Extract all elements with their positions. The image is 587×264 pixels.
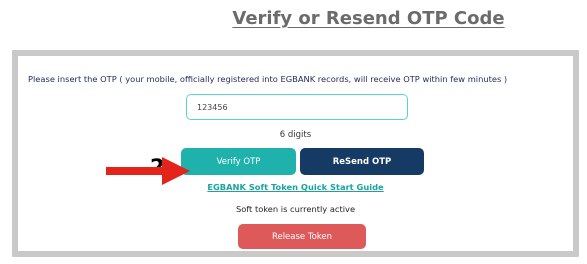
digits-hint: 6 digits <box>279 130 312 140</box>
verify-otp-button[interactable]: Verify OTP <box>181 148 296 175</box>
release-token-button[interactable]: Release Token <box>238 224 366 249</box>
resend-otp-button[interactable]: ReSend OTP <box>300 148 424 175</box>
otp-input[interactable] <box>186 94 408 120</box>
otp-panel: Please insert the OTP ( your mobile, off… <box>12 50 579 257</box>
page-heading-text: Verify or Resend OTP Code <box>232 8 505 29</box>
token-status-text: Soft token is currently active <box>235 204 356 214</box>
soft-token-guide-link[interactable]: EGBANK Soft Token Quick Start Guide <box>18 182 573 192</box>
page-heading: Verify or Resend OTP Code <box>0 8 587 29</box>
otp-instruction: Please insert the OTP ( your mobile, off… <box>28 74 508 84</box>
right-arrow-icon <box>106 157 190 185</box>
